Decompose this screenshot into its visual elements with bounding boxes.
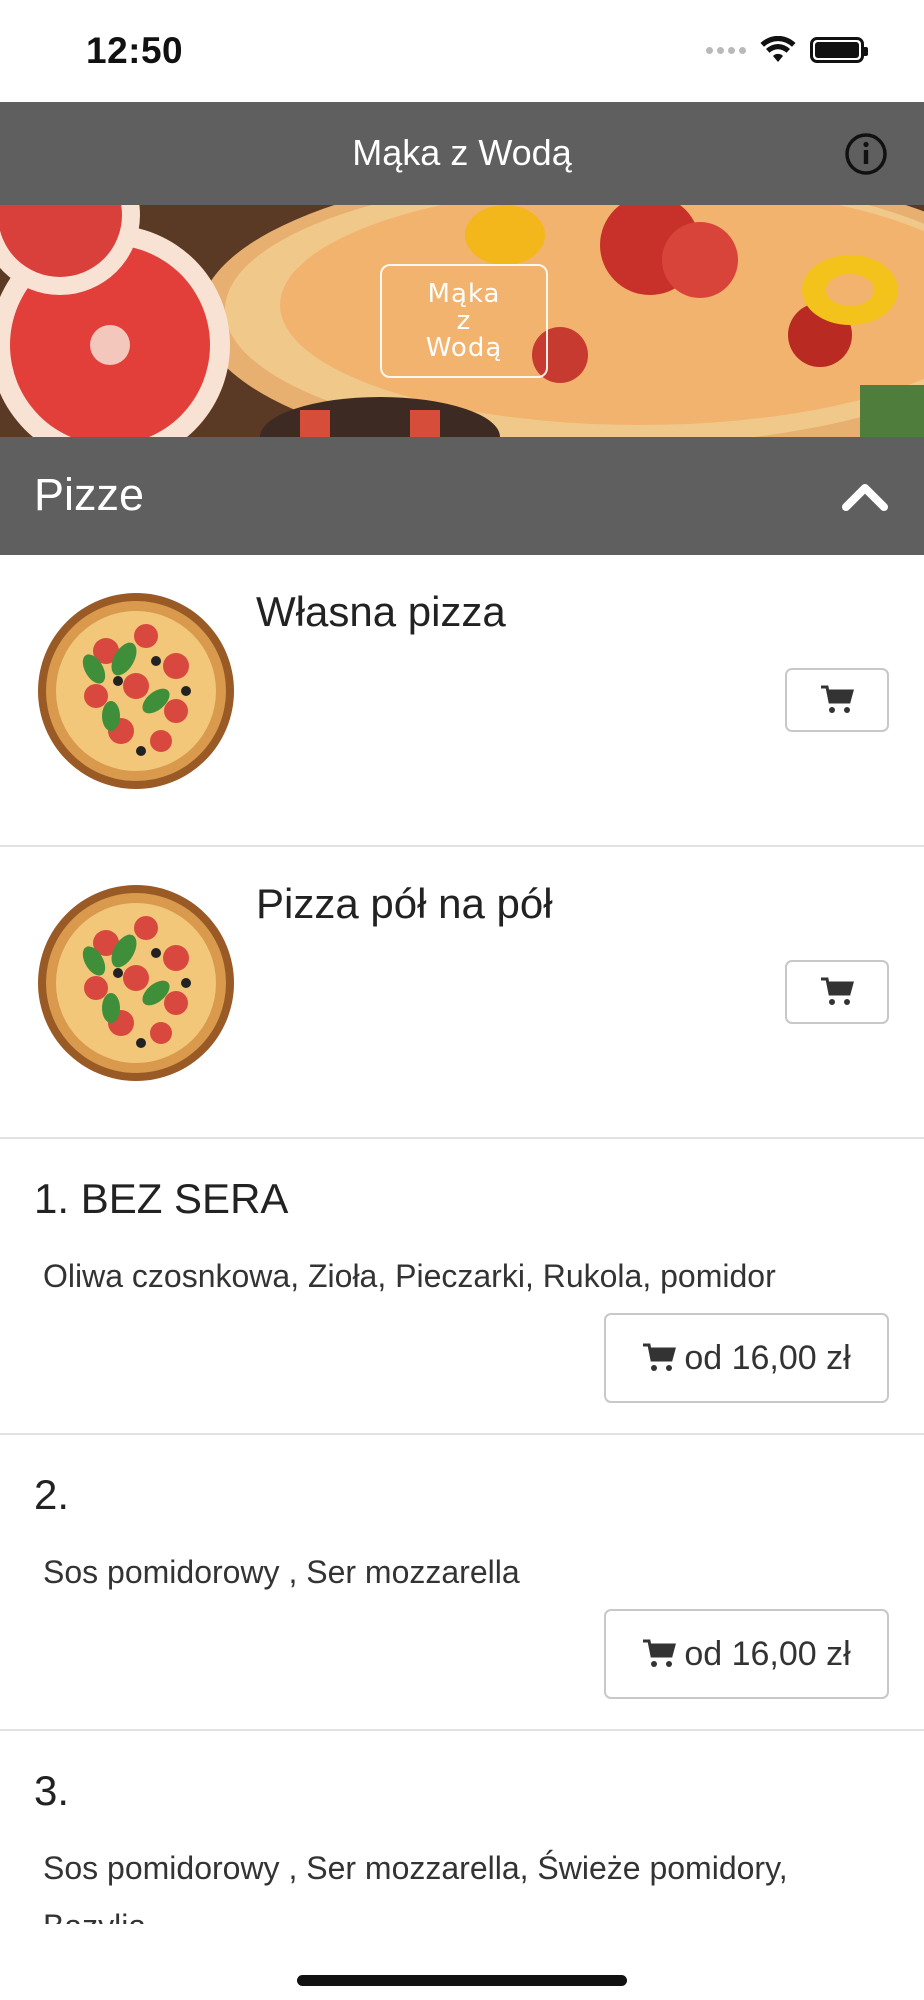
price-label: od 16,00 zł xyxy=(684,1634,851,1673)
cart-icon xyxy=(643,1343,677,1371)
logo-text-line: Mąka xyxy=(427,278,501,309)
status-time: 12:50 xyxy=(86,30,184,71)
list-item[interactable]: Pizza pół na pół xyxy=(0,847,924,1139)
list-item[interactable]: 1. BEZ SERA Oliwa czosnkowa, Zioła, Piec… xyxy=(0,1139,924,1435)
wifi-icon xyxy=(760,36,796,62)
item-name: 1. BEZ SERA xyxy=(34,1175,289,1222)
category-header[interactable]: Pizze xyxy=(0,437,924,555)
status-icons xyxy=(706,36,868,64)
add-to-cart-button[interactable] xyxy=(785,960,889,1024)
brand-logo: Mąka z Wodą xyxy=(380,264,548,378)
chevron-up-icon[interactable] xyxy=(840,471,890,521)
list-item[interactable]: 2. Sos pomidorowy , Ser mozzarella od 16… xyxy=(0,1435,924,1731)
cart-icon xyxy=(821,977,854,1005)
add-to-cart-button[interactable]: od 16,00 zł xyxy=(604,1609,889,1699)
pizza-image xyxy=(38,885,234,1081)
app-header: Mąka z Wodą xyxy=(0,102,924,205)
item-name: 2. xyxy=(34,1471,70,1518)
signal-dots-icon xyxy=(706,46,746,54)
pizza-image xyxy=(38,593,234,789)
hero-banner: Mąka z Wodą xyxy=(0,205,924,437)
info-icon[interactable] xyxy=(844,132,888,176)
price-label: od 16,00 zł xyxy=(684,1338,851,1377)
item-name: Własna pizza xyxy=(256,588,506,635)
cart-icon xyxy=(643,1639,677,1667)
product-list: Własna pizza Pizza pół na pół 1. BEZ SER… xyxy=(0,555,924,1991)
status-bar: 12:50 xyxy=(0,0,924,102)
category-title: Pizze xyxy=(34,469,145,520)
item-description: Sos pomidorowy , Ser mozzarella xyxy=(43,1554,520,1590)
item-name: 3. xyxy=(34,1767,70,1814)
list-item[interactable]: Własna pizza xyxy=(0,555,924,847)
home-indicator[interactable] xyxy=(297,1975,627,1986)
home-indicator-area xyxy=(0,1924,924,2000)
item-description: Oliwa czosnkowa, Zioła, Pieczarki, Rukol… xyxy=(43,1258,776,1294)
logo-text-line: Wodą xyxy=(425,332,503,363)
cart-icon xyxy=(821,685,854,713)
battery-icon xyxy=(810,37,868,63)
item-name: Pizza pół na pół xyxy=(256,880,553,927)
page-title: Mąka z Wodą xyxy=(352,132,572,173)
add-to-cart-button[interactable]: od 16,00 zł xyxy=(604,1313,889,1403)
add-to-cart-button[interactable] xyxy=(785,668,889,732)
logo-text-line: z xyxy=(456,305,472,336)
